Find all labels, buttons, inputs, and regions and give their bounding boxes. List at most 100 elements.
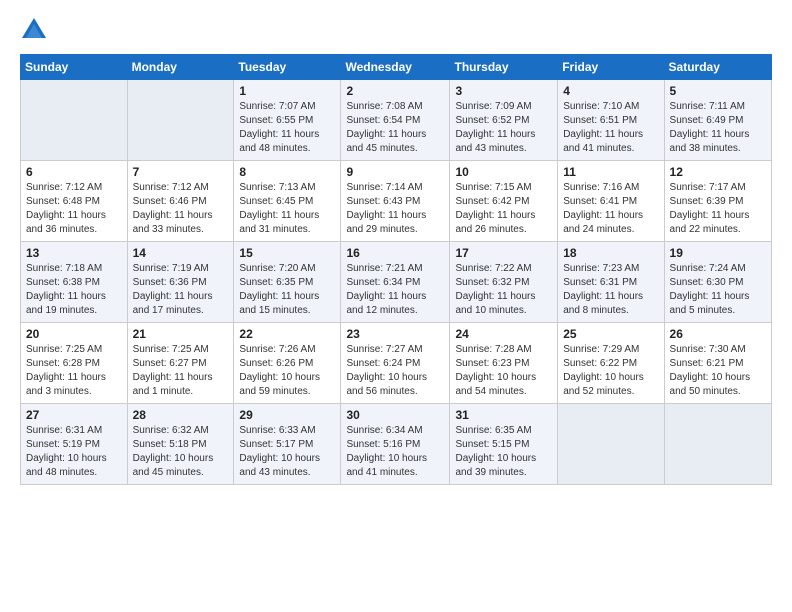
day-number: 26 (670, 327, 766, 341)
day-number: 22 (239, 327, 335, 341)
day-number: 7 (133, 165, 229, 179)
day-number: 29 (239, 408, 335, 422)
calendar-cell: 23 Sunrise: 7:27 AM Sunset: 6:24 PM Dayli… (341, 323, 450, 404)
calendar-cell (558, 404, 664, 485)
day-info: Sunrise: 6:34 AM Sunset: 5:16 PM Dayligh… (346, 424, 444, 480)
calendar-cell: 24 Sunrise: 7:28 AM Sunset: 6:23 PM Dayli… (450, 323, 558, 404)
day-info: Sunrise: 7:13 AM Sunset: 6:45 PM Dayligh… (239, 181, 335, 237)
calendar-cell: 17 Sunrise: 7:22 AM Sunset: 6:32 PM Dayli… (450, 242, 558, 323)
calendar-cell: 26 Sunrise: 7:30 AM Sunset: 6:21 PM Dayli… (664, 323, 771, 404)
calendar-cell: 20 Sunrise: 7:25 AM Sunset: 6:28 PM Dayli… (21, 323, 128, 404)
day-info: Sunrise: 7:20 AM Sunset: 6:35 PM Dayligh… (239, 262, 335, 318)
calendar-cell: 7 Sunrise: 7:12 AM Sunset: 6:46 PM Daylig… (127, 161, 234, 242)
calendar-cell: 25 Sunrise: 7:29 AM Sunset: 6:22 PM Dayli… (558, 323, 664, 404)
day-number: 16 (346, 246, 444, 260)
logo (20, 16, 52, 44)
day-number: 23 (346, 327, 444, 341)
day-info: Sunrise: 7:10 AM Sunset: 6:51 PM Dayligh… (563, 100, 658, 156)
calendar-cell: 15 Sunrise: 7:20 AM Sunset: 6:35 PM Dayli… (234, 242, 341, 323)
day-info: Sunrise: 6:33 AM Sunset: 5:17 PM Dayligh… (239, 424, 335, 480)
day-info: Sunrise: 7:29 AM Sunset: 6:22 PM Dayligh… (563, 343, 658, 399)
day-number: 1 (239, 84, 335, 98)
day-info: Sunrise: 7:28 AM Sunset: 6:23 PM Dayligh… (455, 343, 552, 399)
day-number: 31 (455, 408, 552, 422)
day-number: 24 (455, 327, 552, 341)
day-number: 18 (563, 246, 658, 260)
calendar-cell: 21 Sunrise: 7:25 AM Sunset: 6:27 PM Dayli… (127, 323, 234, 404)
weekday-header: Friday (558, 55, 664, 80)
day-number: 15 (239, 246, 335, 260)
calendar-table: SundayMondayTuesdayWednesdayThursdayFrid… (20, 54, 772, 485)
day-info: Sunrise: 7:30 AM Sunset: 6:21 PM Dayligh… (670, 343, 766, 399)
calendar-cell: 28 Sunrise: 6:32 AM Sunset: 5:18 PM Dayli… (127, 404, 234, 485)
header (20, 16, 772, 44)
day-info: Sunrise: 7:12 AM Sunset: 6:48 PM Dayligh… (26, 181, 122, 237)
calendar-cell: 29 Sunrise: 6:33 AM Sunset: 5:17 PM Dayli… (234, 404, 341, 485)
day-info: Sunrise: 7:15 AM Sunset: 6:42 PM Dayligh… (455, 181, 552, 237)
calendar-week-row: 1Sunrise: 7:07 AM Sunset: 6:55 PM Daylig… (21, 80, 772, 161)
day-info: Sunrise: 7:17 AM Sunset: 6:39 PM Dayligh… (670, 181, 766, 237)
weekday-header: Wednesday (341, 55, 450, 80)
calendar-cell: 22 Sunrise: 7:26 AM Sunset: 6:26 PM Dayli… (234, 323, 341, 404)
calendar-cell: 10 Sunrise: 7:15 AM Sunset: 6:42 PM Dayli… (450, 161, 558, 242)
day-number: 27 (26, 408, 122, 422)
day-info: Sunrise: 7:24 AM Sunset: 6:30 PM Dayligh… (670, 262, 766, 318)
day-number: 13 (26, 246, 122, 260)
day-info: Sunrise: 7:08 AM Sunset: 6:54 PM Dayligh… (346, 100, 444, 156)
day-info: Sunrise: 6:35 AM Sunset: 5:15 PM Dayligh… (455, 424, 552, 480)
day-number: 8 (239, 165, 335, 179)
day-info: Sunrise: 7:22 AM Sunset: 6:32 PM Dayligh… (455, 262, 552, 318)
day-number: 14 (133, 246, 229, 260)
day-info: Sunrise: 7:14 AM Sunset: 6:43 PM Dayligh… (346, 181, 444, 237)
day-info: Sunrise: 7:12 AM Sunset: 6:46 PM Dayligh… (133, 181, 229, 237)
day-info: Sunrise: 7:18 AM Sunset: 6:38 PM Dayligh… (26, 262, 122, 318)
calendar-cell: 18Sunrise: 7:23 AM Sunset: 6:31 PM Dayli… (558, 242, 664, 323)
day-number: 10 (455, 165, 552, 179)
weekday-header: Tuesday (234, 55, 341, 80)
day-number: 2 (346, 84, 444, 98)
day-number: 20 (26, 327, 122, 341)
calendar-cell: 14 Sunrise: 7:19 AM Sunset: 6:36 PM Dayli… (127, 242, 234, 323)
calendar-cell: 12 Sunrise: 7:17 AM Sunset: 6:39 PM Dayli… (664, 161, 771, 242)
calendar-cell: 9Sunrise: 7:14 AM Sunset: 6:43 PM Daylig… (341, 161, 450, 242)
calendar-week-row: 6 Sunrise: 7:12 AM Sunset: 6:48 PM Daylig… (21, 161, 772, 242)
weekday-header: Sunday (21, 55, 128, 80)
day-number: 11 (563, 165, 658, 179)
day-number: 30 (346, 408, 444, 422)
day-number: 28 (133, 408, 229, 422)
calendar-week-row: 27Sunrise: 6:31 AM Sunset: 5:19 PM Dayli… (21, 404, 772, 485)
day-info: Sunrise: 7:25 AM Sunset: 6:27 PM Dayligh… (133, 343, 229, 399)
calendar-cell: 1Sunrise: 7:07 AM Sunset: 6:55 PM Daylig… (234, 80, 341, 161)
calendar-cell (664, 404, 771, 485)
day-info: Sunrise: 7:19 AM Sunset: 6:36 PM Dayligh… (133, 262, 229, 318)
calendar-cell: 30 Sunrise: 6:34 AM Sunset: 5:16 PM Dayli… (341, 404, 450, 485)
calendar-week-row: 20 Sunrise: 7:25 AM Sunset: 6:28 PM Dayli… (21, 323, 772, 404)
calendar-cell: 31 Sunrise: 6:35 AM Sunset: 5:15 PM Dayli… (450, 404, 558, 485)
day-info: Sunrise: 7:27 AM Sunset: 6:24 PM Dayligh… (346, 343, 444, 399)
calendar-cell: 6 Sunrise: 7:12 AM Sunset: 6:48 PM Daylig… (21, 161, 128, 242)
calendar-cell: 5Sunrise: 7:11 AM Sunset: 6:49 PM Daylig… (664, 80, 771, 161)
page-container: SundayMondayTuesdayWednesdayThursdayFrid… (0, 0, 792, 495)
calendar-cell: 3Sunrise: 7:09 AM Sunset: 6:52 PM Daylig… (450, 80, 558, 161)
day-number: 4 (563, 84, 658, 98)
day-number: 6 (26, 165, 122, 179)
day-info: Sunrise: 7:21 AM Sunset: 6:34 PM Dayligh… (346, 262, 444, 318)
calendar-cell: 13 Sunrise: 7:18 AM Sunset: 6:38 PM Dayli… (21, 242, 128, 323)
day-info: Sunrise: 7:11 AM Sunset: 6:49 PM Dayligh… (670, 100, 766, 156)
day-info: Sunrise: 6:32 AM Sunset: 5:18 PM Dayligh… (133, 424, 229, 480)
day-number: 17 (455, 246, 552, 260)
calendar-cell (127, 80, 234, 161)
day-info: Sunrise: 7:26 AM Sunset: 6:26 PM Dayligh… (239, 343, 335, 399)
calendar-cell: 11Sunrise: 7:16 AM Sunset: 6:41 PM Dayli… (558, 161, 664, 242)
logo-icon (20, 16, 48, 44)
day-number: 21 (133, 327, 229, 341)
calendar-week-row: 13 Sunrise: 7:18 AM Sunset: 6:38 PM Dayli… (21, 242, 772, 323)
day-number: 12 (670, 165, 766, 179)
day-number: 25 (563, 327, 658, 341)
calendar-cell: 19 Sunrise: 7:24 AM Sunset: 6:30 PM Dayli… (664, 242, 771, 323)
calendar-cell: 8 Sunrise: 7:13 AM Sunset: 6:45 PM Daylig… (234, 161, 341, 242)
calendar-cell: 16 Sunrise: 7:21 AM Sunset: 6:34 PM Dayli… (341, 242, 450, 323)
weekday-header: Thursday (450, 55, 558, 80)
day-number: 19 (670, 246, 766, 260)
day-info: Sunrise: 7:25 AM Sunset: 6:28 PM Dayligh… (26, 343, 122, 399)
